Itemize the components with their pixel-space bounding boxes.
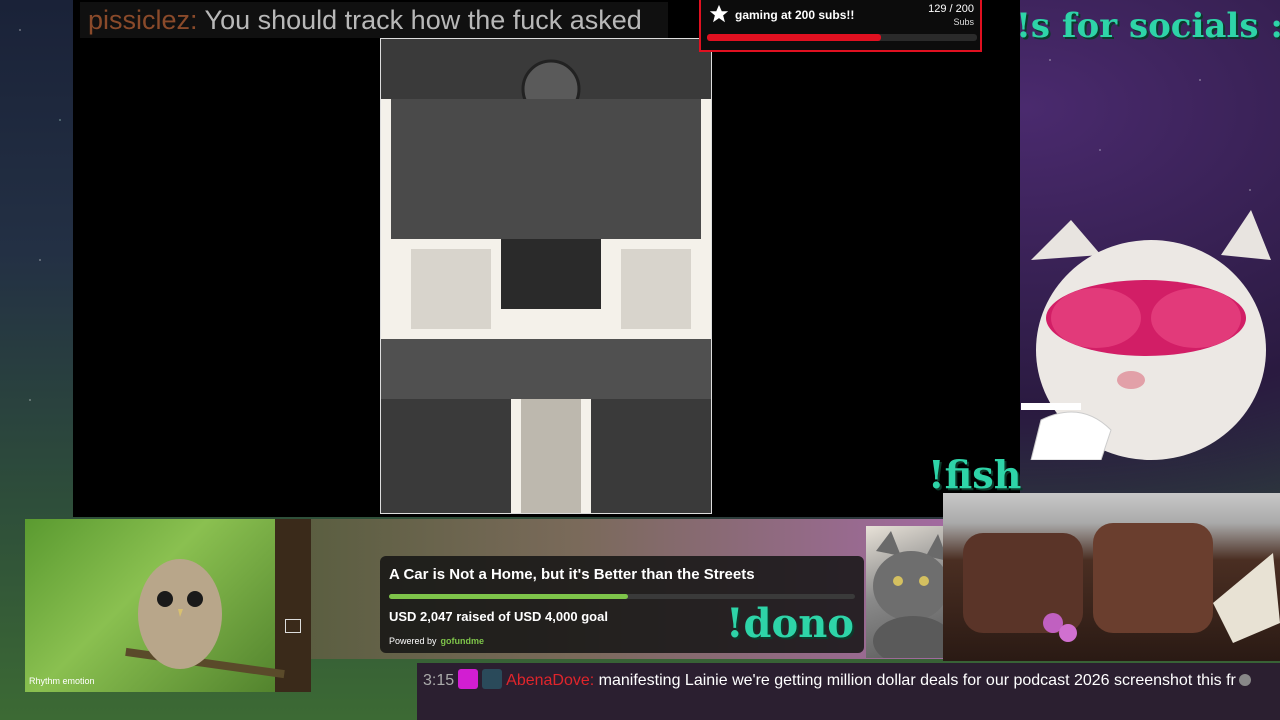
scroll-indicator-icon[interactable] — [1238, 674, 1251, 686]
gofundme-logo: gofundme — [440, 636, 485, 646]
owl-camera-feed: Rhythm emotion — [25, 519, 311, 692]
socials-command-text: !s for socials :) — [1016, 6, 1280, 46]
dono-command-text: !dono — [726, 600, 854, 647]
chat-username: AbenaDove: — [506, 672, 595, 689]
fundraiser-progress-bar — [389, 594, 855, 599]
sub-goal-count: 129 / 200 — [928, 3, 974, 15]
chat-message: You should track how the fuck asked — [204, 5, 642, 35]
sub-goal-title: gaming at 200 subs!! — [735, 8, 855, 22]
chat-overlay-top: pissiclez: You should track how the fuck… — [80, 2, 668, 38]
chat-username: pissiclez: — [88, 5, 198, 35]
heart-badge-icon — [458, 669, 479, 689]
chat-message: manifesting Lainie we're getting million… — [598, 672, 1236, 689]
sub-goal-unit: Subs — [953, 17, 974, 27]
chat-overlay-bottom: 3:15 AbenaDove: manifesting Lainie we're … — [417, 663, 1280, 720]
expand-icon[interactable] — [285, 619, 301, 633]
sub-goal-progress-fill — [707, 34, 882, 41]
fish-command-text: !fish — [928, 452, 1022, 497]
sub-goal-progress-bar — [707, 34, 977, 41]
room-camera-feed — [943, 493, 1280, 661]
historical-engraving-image — [380, 38, 712, 514]
fundraiser-raised-text: USD 2,047 raised of USD 4,000 goal — [389, 609, 608, 624]
cat-sleep-mask-image — [1001, 200, 1280, 461]
chat-timestamp: 3:15 — [423, 672, 455, 689]
powered-by-label: Powered by gofundme — [389, 636, 485, 646]
sub-goal-widget: gaming at 200 subs!! 129 / 200 Subs — [699, 0, 982, 52]
star-icon — [709, 4, 729, 23]
fundraiser-title: A Car is Not a Home, but it's Better tha… — [389, 566, 755, 583]
cat-emote-badge-icon — [482, 669, 503, 689]
fundraiser-progress-fill — [389, 594, 628, 599]
owl-cam-brand-label: Rhythm emotion — [29, 676, 95, 686]
